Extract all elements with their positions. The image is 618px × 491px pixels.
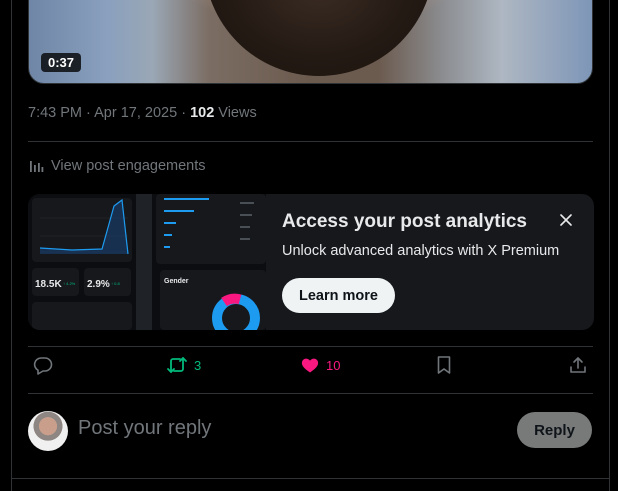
post-meta: 7:43 PM · Apr 17, 2025 · 102 Views xyxy=(28,105,257,121)
promo-subtitle: Unlock advanced analytics with X Premium xyxy=(282,243,560,259)
reply-input[interactable]: Post your reply xyxy=(78,417,211,440)
share-icon xyxy=(568,355,588,375)
view-engagements-link[interactable]: View post engagements xyxy=(28,158,206,174)
bar-chart-icon xyxy=(28,158,44,174)
thumb-divider xyxy=(136,194,152,330)
repost-action[interactable]: 3 xyxy=(166,355,201,375)
thumb-stat-delta: ↑ 0.8 xyxy=(111,281,120,286)
close-icon[interactable] xyxy=(556,210,576,230)
reply-composer: Post your reply Reply xyxy=(28,408,593,452)
view-engagements-label: View post engagements xyxy=(51,158,206,174)
analytics-promo-card: 18.5K ↑ 4.2% 2.9% ↑ 0.8 Gender Access yo… xyxy=(28,194,594,330)
thumb-bottom-panel xyxy=(32,302,132,330)
thumb-stat-panel: 2.9% ↑ 0.8 xyxy=(84,268,131,296)
video-player[interactable] xyxy=(28,0,593,84)
repost-icon xyxy=(166,355,188,375)
share-action[interactable] xyxy=(568,355,588,375)
divider xyxy=(28,346,593,347)
meta-separator: · xyxy=(181,105,187,121)
comment-icon xyxy=(33,355,53,375)
bookmark-icon xyxy=(435,355,453,375)
thumb-gender-panel: Gender xyxy=(160,270,266,330)
thumb-stat-delta: ↑ 4.2% xyxy=(63,281,76,286)
thumb-stat-value: 18.5K xyxy=(35,279,62,290)
repost-count: 3 xyxy=(194,357,202,373)
meta-separator: · xyxy=(86,105,91,121)
promo-title: Access your post analytics xyxy=(282,211,527,232)
avatar[interactable] xyxy=(28,411,68,451)
learn-more-button[interactable]: Learn more xyxy=(282,278,395,313)
like-count: 10 xyxy=(326,357,341,373)
video-frame-beard xyxy=(204,0,434,76)
post-date[interactable]: Apr 17, 2025 xyxy=(94,105,177,121)
thumb-list-panel xyxy=(156,194,266,264)
divider xyxy=(28,393,593,394)
analytics-thumbnail: 18.5K ↑ 4.2% 2.9% ↑ 0.8 Gender xyxy=(28,194,266,330)
bookmark-action[interactable] xyxy=(435,355,453,375)
thumb-stat-panel: 18.5K ↑ 4.2% xyxy=(32,268,79,296)
video-duration: 0:37 xyxy=(41,53,82,72)
post-time[interactable]: 7:43 PM xyxy=(28,105,82,121)
divider xyxy=(12,478,609,479)
thumb-chart-panel xyxy=(32,198,132,262)
post-actions-bar: 3 10 xyxy=(28,355,593,383)
reply-button[interactable]: Reply xyxy=(517,412,592,448)
divider xyxy=(28,141,593,142)
views-label: Views xyxy=(218,105,257,121)
views-count: 102 xyxy=(190,105,215,121)
reply-action[interactable] xyxy=(33,355,53,375)
thumb-stat-value: 2.9% xyxy=(87,279,110,290)
thumb-gender-label: Gender xyxy=(164,278,189,285)
like-action[interactable]: 10 xyxy=(300,355,340,375)
heart-icon xyxy=(300,355,320,375)
